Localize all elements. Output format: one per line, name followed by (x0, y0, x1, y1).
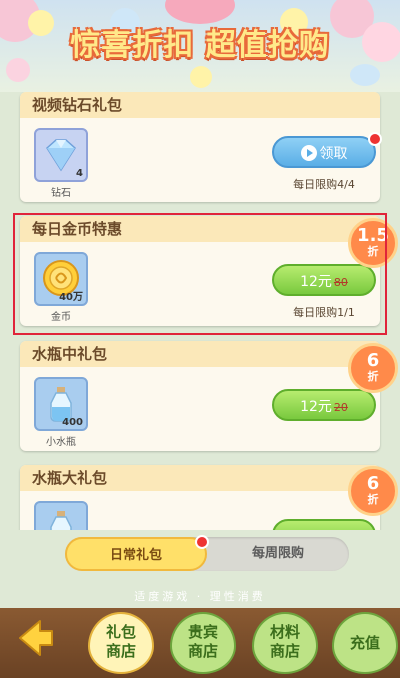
discount-value: 6 (366, 350, 380, 371)
tab-daily-packs[interactable]: 日常礼包 (65, 537, 207, 571)
nav-recharge[interactable]: 充值 (332, 612, 398, 674)
pack-title: 水瓶中礼包 (20, 341, 380, 367)
water-bottle-icon (50, 511, 72, 530)
nav-label: 材料 (269, 623, 300, 641)
discount-unit: 折 (367, 370, 379, 383)
pack-card-video-diamond: 视频钻石礼包 4 钻石 领取 每日限购4/4 (20, 92, 382, 202)
nav-label: 商店 (187, 642, 218, 660)
flower-decoration (190, 66, 212, 88)
item-quantity: 4 (76, 168, 83, 179)
item-slot[interactable]: 4 (34, 128, 88, 182)
item-name: 小水瓶 (46, 437, 76, 448)
selection-highlight (13, 213, 387, 335)
nav-vip-shop[interactable]: 贵宾 商店 (170, 612, 236, 674)
claim-button[interactable]: 领取 (272, 136, 376, 168)
notification-dot (195, 535, 209, 549)
discount-badge: 6 折 (348, 343, 398, 393)
nav-label: 礼包 (105, 623, 136, 641)
purchase-limit: 每日限购4/4 (293, 178, 355, 191)
buy-button[interactable] (272, 519, 376, 530)
health-slogan: 适度游戏 · 理性消费 (134, 590, 266, 603)
page-title: 惊喜折扣 超值抢购 (70, 28, 330, 63)
item-slot[interactable]: 400 (34, 377, 88, 431)
pack-title: 视频钻石礼包 (20, 92, 380, 118)
play-icon (300, 145, 317, 161)
nav-label: 商店 (269, 642, 300, 660)
nav-label: 充值 (349, 634, 380, 652)
item-name: 钻石 (51, 188, 71, 199)
header-banner: 惊喜折扣 超值抢购 (0, 0, 400, 92)
flower-decoration (350, 64, 380, 86)
discount-unit: 折 (367, 493, 379, 506)
back-arrow-icon[interactable] (12, 615, 58, 661)
discount-value: 6 (366, 473, 380, 494)
item-slot[interactable] (34, 501, 88, 530)
claim-label: 领取 (319, 146, 348, 162)
original-price: 20 (333, 401, 348, 414)
pack-card-water-medium: 水瓶中礼包 400 小水瓶 12元 20 (20, 341, 380, 451)
notification-dot (368, 132, 382, 146)
nav-material-shop[interactable]: 材料 商店 (252, 612, 318, 674)
category-toggle: 日常礼包 每周限购 (65, 535, 349, 571)
nav-label: 贵宾 (187, 623, 218, 641)
item-quantity: 400 (62, 417, 83, 428)
buy-button[interactable]: 12元 20 (272, 389, 376, 421)
nav-label: 商店 (105, 642, 136, 660)
pack-card-water-large: 水瓶大礼包 (20, 465, 380, 530)
tab-weekly-limited[interactable]: 每周限购 (207, 537, 349, 571)
price-label: 12元 (300, 399, 332, 415)
discount-badge: 6 折 (348, 466, 398, 516)
nav-gift-shop[interactable]: 礼包 商店 (88, 612, 154, 674)
pack-title: 水瓶大礼包 (20, 465, 380, 491)
